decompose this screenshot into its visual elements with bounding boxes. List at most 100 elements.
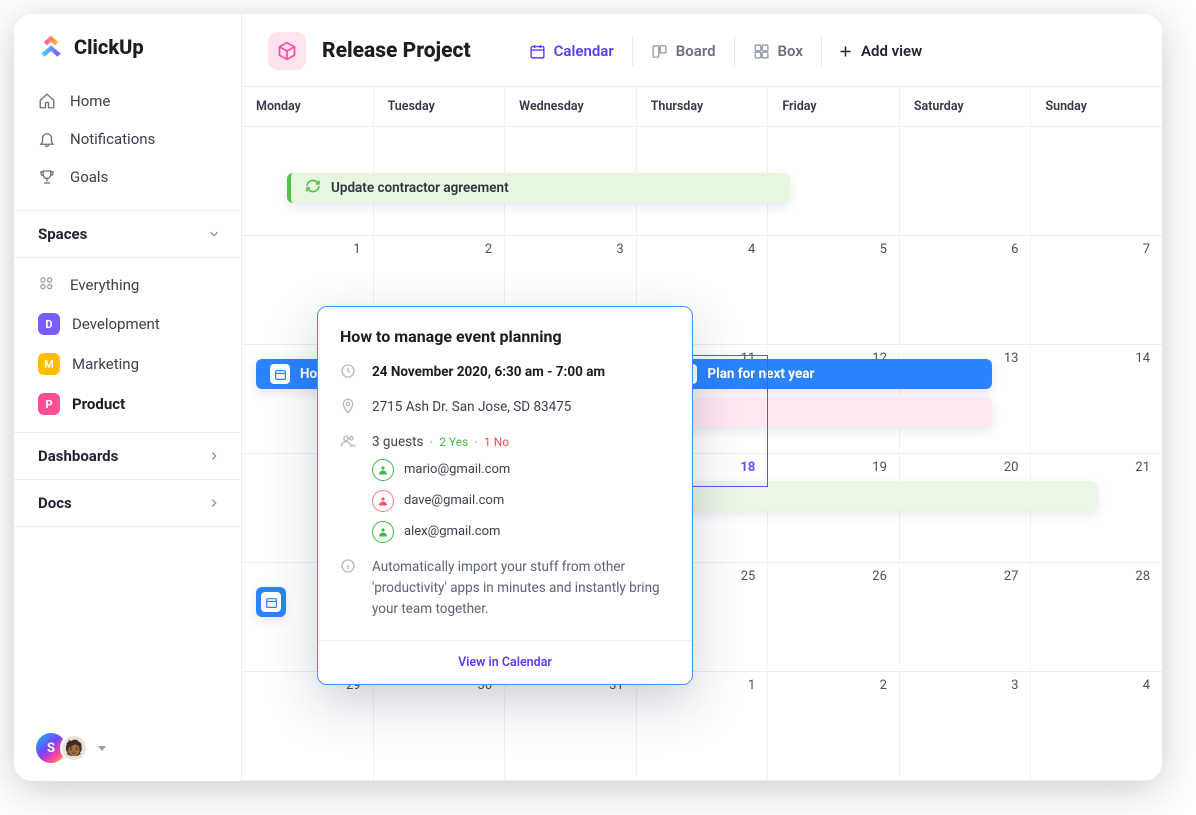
day-number: 1 (353, 242, 360, 257)
day-of-week-row: Monday Tuesday Wednesday Thursday Friday… (242, 87, 1162, 127)
grid-icon (38, 275, 58, 295)
day-number: 13 (1004, 351, 1019, 366)
nav-notifications-label: Notifications (70, 130, 155, 148)
day-number: 21 (1135, 460, 1150, 475)
project-icon (268, 32, 306, 70)
calendar-week: 293031 1 2 34 (242, 672, 1162, 781)
calendar-event[interactable]: Plan for next year (663, 359, 992, 389)
location-icon (340, 398, 356, 414)
calendar-cell[interactable]: 1 (637, 672, 769, 780)
space-badge: P (38, 393, 60, 415)
calendar-event[interactable] (256, 587, 286, 617)
day-number: 7 (1143, 242, 1150, 257)
calendar-cell[interactable]: 27 (900, 563, 1032, 671)
day-number: 5 (880, 242, 887, 257)
day-number: 2 (880, 678, 887, 693)
view-in-calendar-button[interactable]: View in Calendar (318, 640, 692, 684)
space-everything[interactable]: Everything (14, 266, 241, 304)
calendar-cell[interactable] (900, 127, 1032, 235)
calendar-cell[interactable]: 2 (768, 672, 900, 780)
popover-title: How to manage event planning (340, 327, 670, 346)
calendar-event[interactable] (663, 481, 1097, 511)
calendar-cell[interactable]: 14 (1031, 345, 1162, 453)
calendar-cell[interactable] (1031, 127, 1162, 235)
day-number: 27 (1004, 569, 1019, 584)
day-number: 3 (1011, 678, 1018, 693)
day-number: 4 (748, 242, 755, 257)
space-list: Everything D Development M Marketing P P… (14, 258, 241, 432)
guest-row: mario@gmail.com (372, 459, 510, 481)
recurring-icon (305, 178, 321, 198)
space-marketing[interactable]: M Marketing (14, 344, 241, 384)
info-icon (340, 558, 356, 574)
tab-label: Calendar (554, 42, 614, 60)
trophy-icon (38, 168, 56, 186)
home-icon (38, 92, 56, 110)
dow: Sunday (1031, 87, 1162, 127)
calendar-cell[interactable]: 5 (768, 236, 900, 344)
popover-location: 2715 Ash Dr. San Jose, SD 83475 (372, 397, 571, 418)
chevron-right-icon (207, 496, 221, 510)
tab-box[interactable]: Box (734, 36, 821, 66)
nav-primary: Home Notifications Goals (14, 80, 241, 210)
calendar-icon (529, 43, 546, 60)
day-number: 28 (1135, 569, 1150, 584)
grid-icon (753, 43, 770, 60)
tab-board[interactable]: Board (632, 36, 734, 66)
dow: Tuesday (374, 87, 506, 127)
nav-goals[interactable]: Goals (14, 158, 241, 196)
docs-header[interactable]: Docs (14, 479, 241, 527)
dow: Thursday (637, 87, 769, 127)
calendar-cell[interactable]: 28 (1031, 563, 1162, 671)
calendar-cell[interactable]: 4 (1031, 672, 1162, 780)
nav-home-label: Home (70, 92, 110, 110)
main: Release Project Calendar Board Box Add v… (242, 14, 1162, 781)
nav-notifications[interactable]: Notifications (14, 120, 241, 158)
calendar-event[interactable]: Update contractor agreement (287, 173, 790, 203)
brand-row: ClickUp (14, 14, 241, 80)
day-number: 26 (872, 569, 887, 584)
calendar-cell[interactable]: 3 (900, 672, 1032, 780)
spaces-label: Spaces (38, 225, 87, 243)
project-title: Release Project (322, 39, 471, 63)
guest-email: dave@gmail.com (404, 491, 504, 511)
calendar-cell[interactable]: 29 (242, 672, 374, 780)
calendar: Monday Tuesday Wednesday Thursday Friday… (242, 86, 1162, 781)
calendar-cell[interactable]: 30 (374, 672, 506, 780)
calendar-icon (270, 364, 290, 384)
calendar-cell[interactable]: 31 (505, 672, 637, 780)
space-label: Marketing (72, 355, 139, 373)
event-label: Update contractor agreement (331, 180, 509, 196)
everything-label: Everything (70, 276, 139, 294)
event-label: Plan for next year (707, 366, 814, 382)
chevron-down-icon (207, 227, 221, 241)
guest-avatar-icon (372, 459, 394, 481)
day-number: 1 (748, 678, 755, 693)
spaces-header[interactable]: Spaces (14, 210, 241, 258)
guest-row: dave@gmail.com (372, 490, 510, 512)
popover-desc-row: Automatically import your stuff from oth… (340, 557, 670, 620)
docs-label: Docs (38, 494, 72, 512)
day-number: 19 (872, 460, 887, 475)
bell-icon (38, 130, 56, 148)
tab-calendar[interactable]: Calendar (511, 36, 632, 66)
day-number: 2 (485, 242, 492, 257)
dow: Monday (242, 87, 374, 127)
add-view-button[interactable]: Add view (821, 36, 938, 66)
nav-home[interactable]: Home (14, 82, 241, 120)
dashboards-header[interactable]: Dashboards (14, 432, 241, 479)
caret-down-icon (98, 746, 106, 751)
dow: Wednesday (505, 87, 637, 127)
space-development[interactable]: D Development (14, 304, 241, 344)
account-switcher[interactable]: S 🧑🏾 (36, 733, 106, 763)
guest-summary-block: 3 guests • 2 Yes • 1 No mario@gmail.comd… (372, 432, 510, 543)
calendar-cell[interactable]: 26 (768, 563, 900, 671)
calendar-event[interactable] (663, 397, 992, 427)
sidebar: ClickUp Home Notifications Goals Spaces (14, 14, 242, 781)
popover-location-row: 2715 Ash Dr. San Jose, SD 83475 (340, 397, 670, 418)
day-number: 25 (741, 569, 756, 584)
space-product[interactable]: P Product (14, 384, 241, 424)
calendar-cell[interactable]: 6 (900, 236, 1032, 344)
calendar-cell[interactable]: 7 (1031, 236, 1162, 344)
popover-datetime-row: 24 November 2020, 6:30 am - 7:00 am (340, 362, 670, 383)
